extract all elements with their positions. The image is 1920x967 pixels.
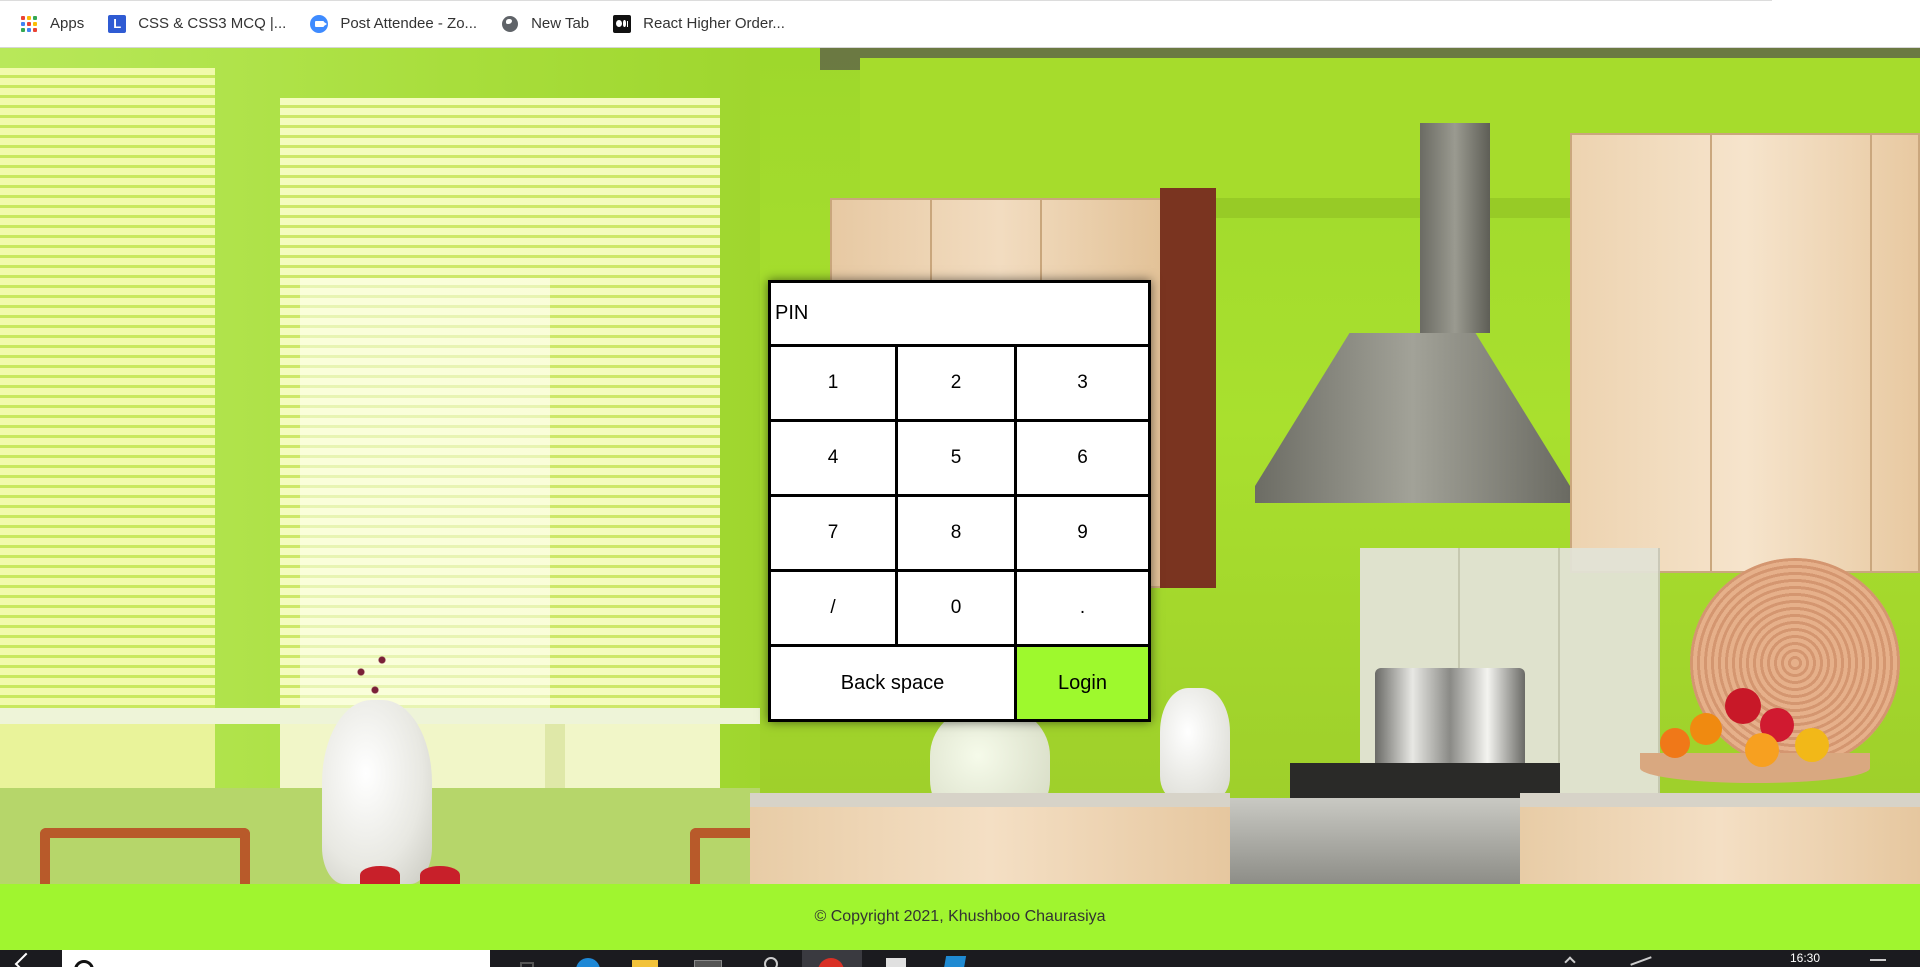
start-icon[interactable] [14, 952, 38, 967]
task-view-icon[interactable] [508, 950, 556, 967]
key-2[interactable]: 2 [898, 347, 1017, 422]
range-hood [1420, 123, 1490, 333]
upper-cabinets-right [1570, 133, 1920, 573]
bookmark-new-tab[interactable]: New Tab [499, 8, 599, 40]
taskbar-search-box[interactable] [62, 950, 534, 967]
pin-app-icon[interactable] [746, 950, 794, 967]
search-icon [74, 960, 94, 967]
key-9[interactable]: 9 [1017, 497, 1148, 572]
pin-input[interactable]: PIN [771, 283, 1148, 347]
bookmark-css-mcq[interactable]: L CSS & CSS3 MCQ |... [106, 8, 296, 40]
medium-logo-icon [613, 14, 632, 33]
bookmark-label: Post Attendee - Zo... [340, 15, 478, 32]
notepad-icon[interactable] [872, 950, 920, 967]
terminal-icon[interactable] [684, 950, 732, 967]
system-tray-chevron-icon[interactable] [1564, 956, 1576, 967]
bookmark-label: React Higher Order... [643, 15, 785, 32]
chrome-icon[interactable] [802, 950, 862, 967]
login-button[interactable]: Login [1017, 647, 1148, 719]
copyright-text: © Copyright 2021, Khushboo Chaurasiya [814, 908, 1106, 925]
oven [1230, 798, 1520, 884]
notification-icon[interactable] [1870, 959, 1886, 967]
edge-browser-icon[interactable] [566, 950, 614, 967]
browser-top-edge [0, 0, 1772, 1]
page-footer: © Copyright 2021, Khushboo Chaurasiya [0, 884, 1920, 950]
key-1[interactable]: 1 [771, 347, 898, 422]
bookmark-label: New Tab [531, 15, 590, 32]
bookmark-post-attendee[interactable]: Post Attendee - Zo... [308, 8, 487, 40]
taskbar-clock[interactable]: 16:30 [1790, 951, 1820, 965]
key-7[interactable]: 7 [771, 497, 898, 572]
key-4[interactable]: 4 [771, 422, 898, 497]
windows-taskbar: 16:30 [0, 950, 1920, 967]
key-5[interactable]: 5 [898, 422, 1017, 497]
pin-label: PIN [775, 302, 809, 324]
vscode-icon[interactable] [930, 950, 978, 967]
l-logo-icon: L [108, 14, 127, 33]
apps-grid-icon [20, 15, 38, 33]
file-explorer-icon[interactable] [622, 950, 670, 967]
white-vase [322, 700, 432, 884]
globe-icon [501, 15, 519, 33]
bookmark-react-hoc[interactable]: React Higher Order... [611, 8, 795, 40]
bookmark-apps[interactable]: Apps [18, 8, 94, 40]
bookmark-label: Apps [50, 15, 85, 32]
decorative-plate [1690, 558, 1900, 768]
window-blinds-left [0, 68, 215, 728]
bookmarks-bar: Apps L CSS & CSS3 MCQ |... Post Attendee… [0, 0, 1920, 48]
cooking-pot [1375, 668, 1525, 778]
backspace-button[interactable]: Back space [771, 647, 1017, 719]
key-0[interactable]: 0 [898, 572, 1017, 647]
pin-pad: PIN 1 2 3 4 5 6 7 8 9 / 0 . Back space L… [768, 280, 1151, 722]
network-icon[interactable] [1630, 956, 1652, 966]
key-3[interactable]: 3 [1017, 347, 1148, 422]
zoom-video-icon [310, 14, 329, 33]
key-8[interactable]: 8 [898, 497, 1017, 572]
key-slash[interactable]: / [771, 572, 898, 647]
bookmark-label: CSS & CSS3 MCQ |... [138, 15, 287, 32]
key-6[interactable]: 6 [1017, 422, 1148, 497]
key-dot[interactable]: . [1017, 572, 1148, 647]
